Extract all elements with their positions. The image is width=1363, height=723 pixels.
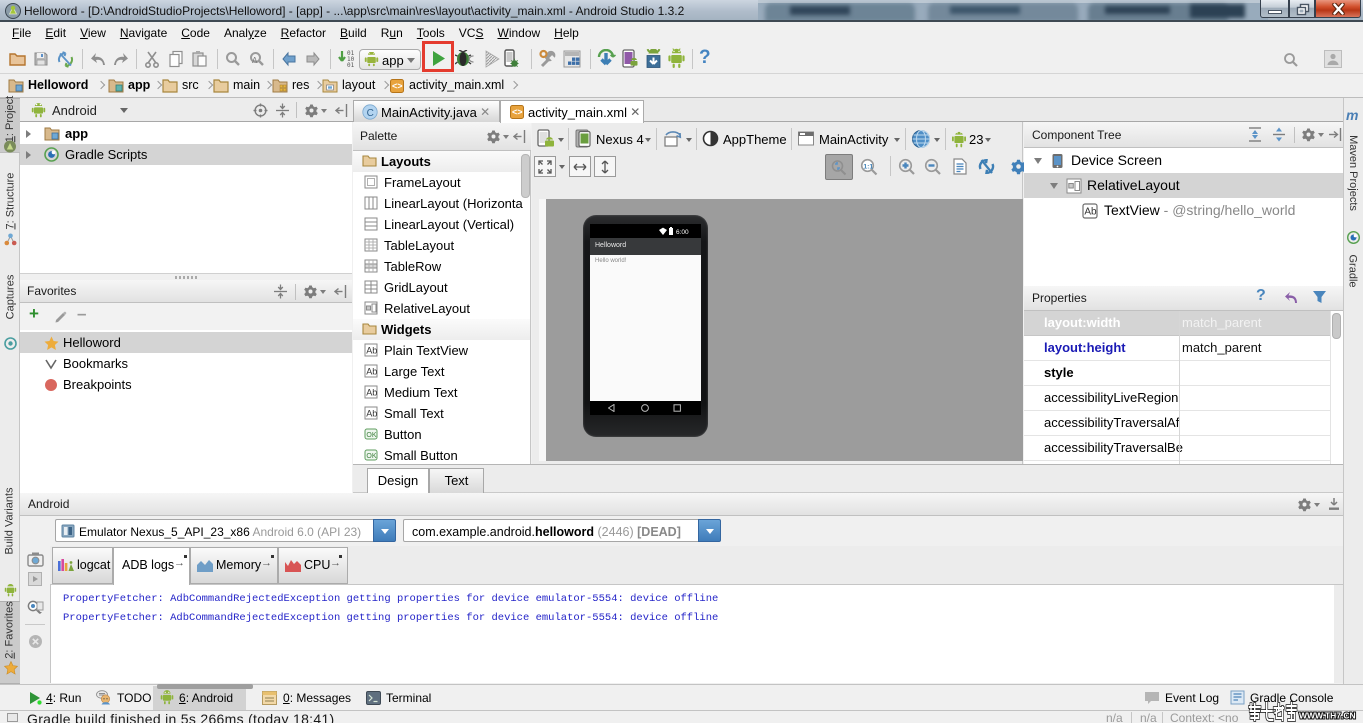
- svg-text:Ab: Ab: [366, 367, 377, 377]
- svg-text:OK: OK: [366, 432, 376, 439]
- svg-text:Ab: Ab: [366, 388, 377, 398]
- svg-text:C: C: [367, 108, 374, 119]
- svg-text:WWW.TH7.CN: WWW.TH7.CN: [1299, 711, 1356, 721]
- svg-text:<>: <>: [512, 107, 523, 117]
- svg-text:01: 01: [347, 62, 355, 69]
- svg-text:6:00: 6:00: [676, 229, 689, 235]
- svg-text:Ab: Ab: [366, 346, 377, 356]
- svg-text:<>: <>: [392, 81, 403, 91]
- svg-text:1:1: 1:1: [863, 163, 873, 170]
- svg-text:Ab: Ab: [1084, 207, 1097, 218]
- svg-text:OK: OK: [366, 453, 376, 460]
- svg-text:m: m: [1346, 108, 1358, 122]
- svg-text:A: A: [252, 56, 258, 65]
- svg-text:Ab: Ab: [366, 409, 377, 419]
